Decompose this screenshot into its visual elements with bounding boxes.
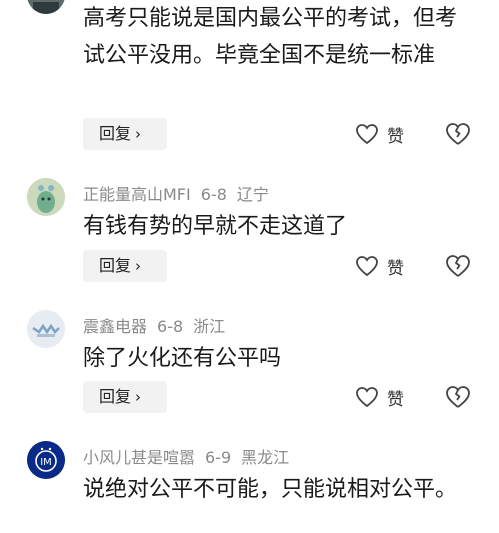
broken-heart-icon[interactable] xyxy=(445,121,471,147)
comment-meta: 正能量高山MFI 6-8 辽宁 xyxy=(83,181,279,205)
comment-text: 除了火化还有公平吗 xyxy=(83,346,282,371)
avatar[interactable] xyxy=(27,0,65,14)
reply-button[interactable]: 回复 › xyxy=(83,118,167,150)
like-button[interactable]: 赞 xyxy=(355,383,404,411)
comment-text: 说绝对公平不可能，只能说相对公平。 xyxy=(83,477,458,502)
avatar[interactable]: IM xyxy=(27,441,65,479)
chevron-right-icon: › xyxy=(135,388,142,406)
comment-meta: 震鑫电器 6-8 浙江 xyxy=(83,313,235,337)
username[interactable]: 小风儿甚是喧嚣 xyxy=(83,448,195,467)
comment-location: 浙江 xyxy=(193,317,226,336)
comment-meta: 小风儿甚是喧嚣 6-9 黑龙江 xyxy=(83,444,299,468)
reply-button[interactable]: 回复 › xyxy=(83,381,167,413)
like-label: 赞 xyxy=(387,258,404,279)
heart-outline-icon xyxy=(356,387,378,408)
broken-heart-icon[interactable] xyxy=(445,384,471,410)
heart-outline-icon xyxy=(356,124,378,145)
reply-label: 回复 xyxy=(99,256,132,275)
comment-location: 辽宁 xyxy=(236,185,269,204)
reply-label: 回复 xyxy=(99,124,132,143)
reply-label: 回复 xyxy=(99,387,132,406)
comment-date: 6-8 xyxy=(157,317,184,336)
like-label: 赞 xyxy=(387,126,404,147)
svg-text:IM: IM xyxy=(40,457,52,468)
avatar[interactable] xyxy=(27,310,65,348)
like-label: 赞 xyxy=(387,389,404,410)
reply-button[interactable]: 回复 › xyxy=(83,250,167,282)
comment-location: 黑龙江 xyxy=(241,448,290,467)
heart-outline-icon xyxy=(356,256,378,277)
chevron-right-icon: › xyxy=(135,125,142,143)
comment-date: 6-9 xyxy=(205,448,232,467)
comment-date: 6-8 xyxy=(200,185,227,204)
broken-heart-icon[interactable] xyxy=(445,253,471,279)
comment-text: 高考只能说是国内最公平的考试，但考试公平没用。毕竟全国不是统一标准 xyxy=(83,6,458,68)
username[interactable]: 震鑫电器 xyxy=(83,317,147,336)
comment-text: 有钱有势的早就不走这道了 xyxy=(83,214,348,239)
like-button[interactable]: 赞 xyxy=(355,120,404,148)
username[interactable]: 正能量高山MFI xyxy=(83,185,191,204)
avatar[interactable] xyxy=(27,178,65,216)
like-button[interactable]: 赞 xyxy=(355,252,404,280)
chevron-right-icon: › xyxy=(135,257,142,275)
